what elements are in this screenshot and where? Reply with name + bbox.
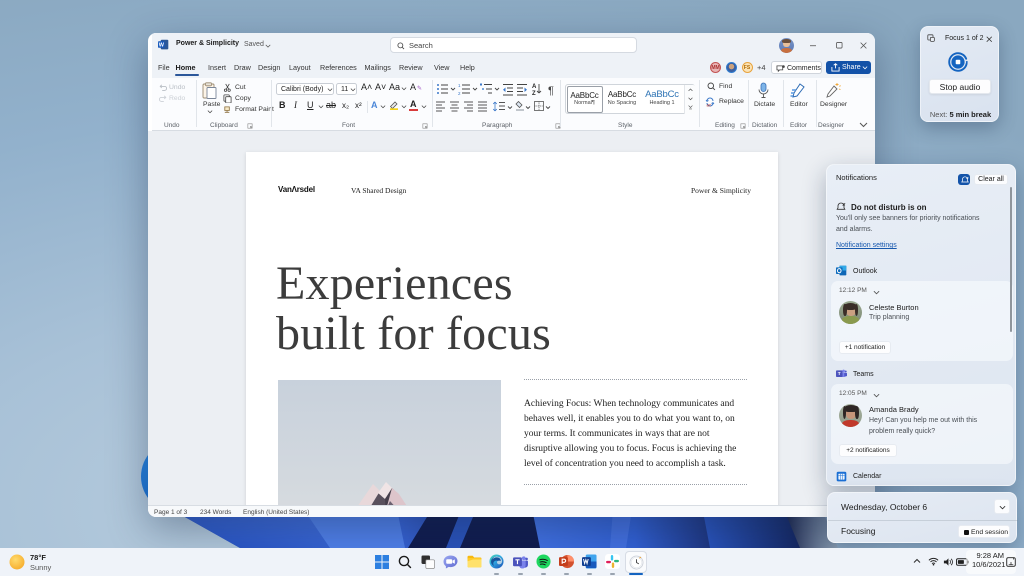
svg-text:¶: ¶ [548, 85, 554, 97]
svg-text:Z: Z [532, 91, 536, 97]
svg-text:T: T [838, 371, 841, 377]
svg-text:W: W [159, 42, 165, 48]
svg-text:2: 2 [458, 91, 461, 96]
svg-text:A: A [532, 84, 537, 90]
svg-text:1: 1 [458, 83, 461, 88]
svg-text:ac: ac [707, 103, 713, 108]
